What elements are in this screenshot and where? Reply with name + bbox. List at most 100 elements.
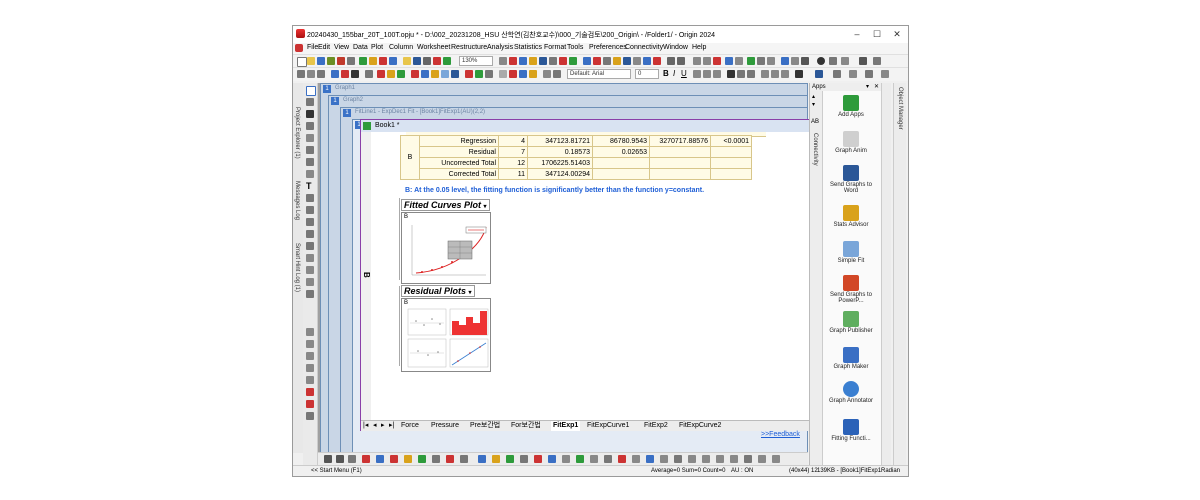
template-library-icon[interactable] — [492, 455, 500, 463]
stats-icon[interactable] — [781, 57, 789, 65]
pie-chart-icon[interactable] — [618, 455, 626, 463]
align-center-icon[interactable] — [771, 70, 779, 78]
align-left-icon[interactable] — [761, 70, 769, 78]
menu-analysis[interactable]: Analysis — [487, 44, 513, 51]
save-icon[interactable] — [317, 57, 325, 65]
template-icon[interactable] — [485, 70, 493, 78]
underline-icon[interactable]: U — [681, 69, 687, 78]
menu-connectivity[interactable]: Connectivity — [625, 44, 663, 51]
connectivity-tab[interactable]: Connectivity — [812, 133, 818, 166]
dark-mode-icon[interactable] — [817, 57, 825, 65]
smart-hint-log-tab[interactable]: Smart Hint Log (1) — [294, 243, 300, 292]
sort-icon[interactable] — [713, 57, 721, 65]
pin-icon[interactable]: ▾ — [866, 83, 869, 90]
text-tool-icon[interactable] — [499, 70, 507, 78]
export-icon[interactable] — [423, 57, 431, 65]
column-icon[interactable] — [693, 57, 701, 65]
curved-arrow-icon[interactable] — [306, 206, 314, 214]
add-graph-icon[interactable] — [623, 57, 631, 65]
pointer-tool-icon[interactable] — [306, 86, 316, 96]
data-reader-icon[interactable] — [306, 146, 314, 154]
box-chart-icon[interactable] — [404, 455, 412, 463]
shape-icon[interactable] — [881, 70, 889, 78]
options-icon[interactable] — [801, 57, 809, 65]
contour-plot-icon[interactable] — [446, 455, 454, 463]
chevron-down-icon[interactable]: ▾ — [469, 290, 472, 296]
format-column-icon[interactable] — [725, 57, 733, 65]
last-sheet-button[interactable]: ▸| — [389, 421, 394, 431]
menu-restructure[interactable]: Restructure — [451, 44, 487, 51]
minimize-button[interactable]: – — [847, 28, 867, 41]
menu-edit[interactable]: Edit — [318, 44, 330, 51]
increase-font-icon[interactable] — [737, 70, 745, 78]
project-explorer-tab[interactable]: Project Explorer (1) — [294, 107, 300, 159]
layer-scale-icon[interactable] — [306, 412, 314, 420]
import-wizard-icon[interactable] — [369, 57, 377, 65]
histogram-icon[interactable] — [390, 455, 398, 463]
residual-plots-title[interactable]: Residual Plots ▾ — [401, 285, 475, 297]
mask-icon[interactable] — [735, 57, 743, 65]
data-marker-icon[interactable] — [306, 290, 314, 298]
specialized-icon[interactable] — [520, 455, 528, 463]
more-icon[interactable] — [841, 57, 849, 65]
object-manager-tab[interactable]: Object Manager — [897, 87, 903, 130]
tile-icon[interactable] — [307, 70, 315, 78]
ternary-icon[interactable] — [432, 455, 440, 463]
data-selector-icon[interactable] — [306, 158, 314, 166]
first-sheet-button[interactable]: |◂ — [363, 421, 368, 431]
tab-force[interactable]: Force — [401, 421, 419, 431]
violin-plot-icon[interactable] — [744, 455, 752, 463]
annotation-icon[interactable] — [306, 328, 314, 336]
screen-reader-icon[interactable] — [306, 134, 314, 142]
subscript-icon[interactable] — [703, 70, 711, 78]
open-icon[interactable] — [307, 57, 315, 65]
bridge-icon[interactable] — [604, 455, 612, 463]
profile-icon[interactable] — [534, 455, 542, 463]
scatter-icon[interactable] — [336, 455, 344, 463]
menu-preferences[interactable]: Preferences — [589, 44, 627, 51]
waterfall-icon[interactable] — [548, 455, 556, 463]
app-simple-fit[interactable]: Simple Fit — [826, 241, 876, 264]
column-chart-icon[interactable] — [362, 455, 370, 463]
italic-icon[interactable]: I — [673, 69, 675, 78]
results-log-icon[interactable] — [539, 57, 547, 65]
new-project-icon[interactable] — [297, 57, 307, 67]
new-function-icon[interactable] — [593, 57, 601, 65]
import-icon[interactable] — [359, 57, 367, 65]
set-z-icon[interactable] — [767, 57, 775, 65]
app-fitting-function[interactable]: Fitting Functi... — [826, 419, 876, 442]
table-plot-icon[interactable] — [632, 455, 640, 463]
sort-down-icon[interactable]: ▾ — [812, 101, 815, 108]
app-add-apps[interactable]: Add Apps — [826, 95, 876, 118]
bar-plot-icon[interactable] — [421, 70, 429, 78]
text-tool-icon[interactable]: T — [306, 181, 312, 191]
expand-icon[interactable] — [873, 57, 881, 65]
font-size-combo[interactable]: 0 — [635, 69, 659, 79]
scale-tool-icon[interactable] — [306, 110, 314, 118]
image-plot-icon[interactable] — [562, 455, 570, 463]
line-plot-icon[interactable] — [377, 70, 385, 78]
image-tool-icon[interactable] — [306, 352, 314, 360]
surface-icon[interactable] — [465, 70, 473, 78]
move-tool-icon[interactable] — [306, 122, 314, 130]
line-width-icon[interactable] — [833, 70, 841, 78]
matrix-plot-icon[interactable] — [590, 455, 598, 463]
line-style-icon[interactable] — [324, 455, 332, 463]
messages-log-tab[interactable]: Messages Log — [294, 181, 300, 220]
new-window-icon[interactable] — [351, 70, 359, 78]
pattern-icon[interactable] — [849, 70, 857, 78]
feedback-link[interactable]: >>Feedback — [761, 431, 800, 438]
menu-statistics[interactable]: Statistics — [514, 44, 542, 51]
align-icon[interactable] — [543, 70, 551, 78]
app-send-graphs-word[interactable]: Send Graphs to Word — [826, 165, 876, 194]
fill-color-icon[interactable] — [815, 70, 823, 78]
highlight-icon[interactable] — [509, 70, 517, 78]
recalc-icon[interactable] — [379, 57, 387, 65]
menu-worksheet[interactable]: Worksheet — [417, 44, 450, 51]
menu-format[interactable]: Format — [544, 44, 566, 51]
decrease-font-icon[interactable] — [747, 70, 755, 78]
status-unit[interactable]: Radian — [881, 468, 900, 474]
new-layout-icon[interactable] — [519, 57, 527, 65]
map-plot-icon[interactable] — [646, 455, 654, 463]
contour-icon[interactable] — [451, 70, 459, 78]
